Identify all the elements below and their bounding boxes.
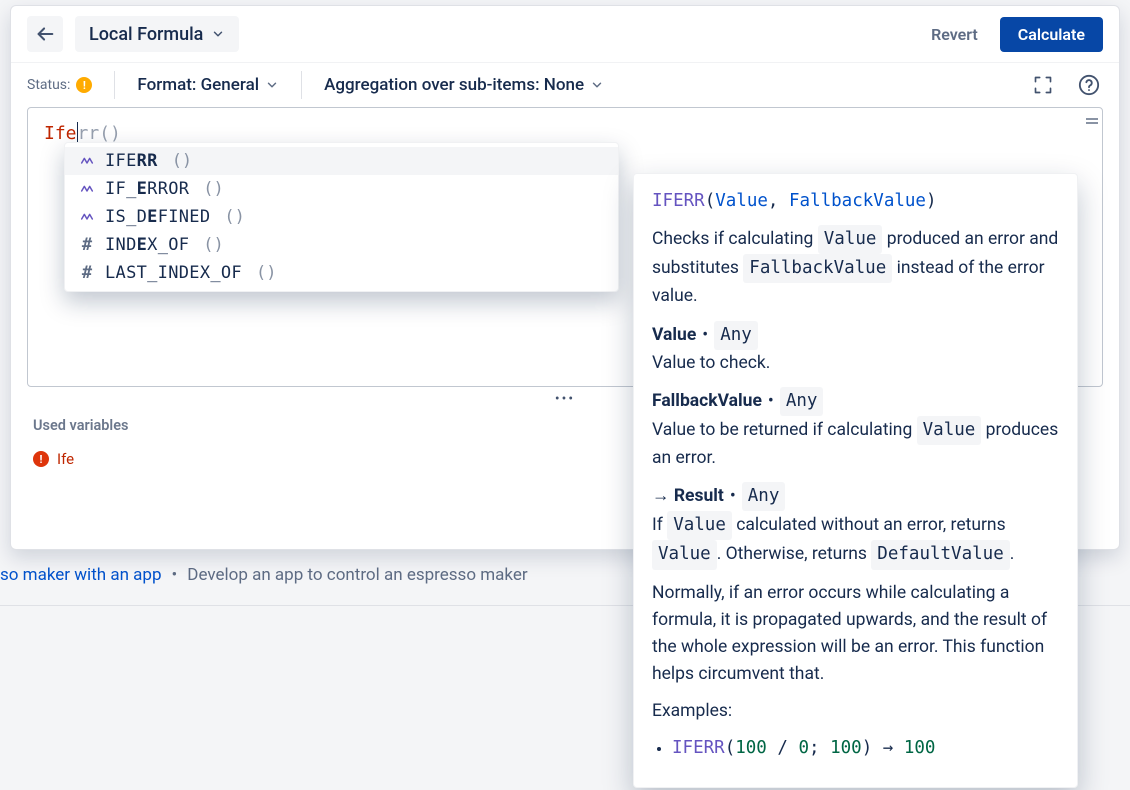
aggregation-label: Aggregation over sub-items: None — [324, 75, 584, 95]
doc-examples-label: Examples: — [652, 698, 1059, 725]
format-dropdown[interactable]: Format: General — [137, 75, 279, 95]
doc-value-header: Value•Any Value to check. — [652, 321, 1059, 377]
autocomplete-item[interactable]: # INDEX_OF () — [65, 231, 618, 259]
editor-typed-text: Ife — [44, 123, 77, 144]
function-icon — [79, 153, 95, 169]
function-doc-panel: IFERR(Value, FallbackValue) Checks if ca… — [633, 173, 1078, 788]
doc-summary: Checks if calculating Value produced an … — [652, 225, 1059, 310]
panel-header: Local Formula Revert Calculate — [11, 6, 1119, 63]
chevron-down-icon — [211, 27, 225, 41]
fullscreen-button[interactable] — [1029, 71, 1057, 99]
status-label: Status: — [27, 77, 70, 93]
aggregation-dropdown[interactable]: Aggregation over sub-items: None — [324, 75, 604, 95]
doc-result-header: → Result•Any If Value calculated without… — [652, 482, 1059, 569]
function-icon — [79, 209, 95, 225]
status-warning-icon: ! — [76, 77, 92, 93]
hash-icon: # — [79, 235, 95, 255]
used-variable-name: Ife — [57, 450, 74, 468]
chevron-down-icon — [265, 78, 279, 92]
doc-signature: IFERR(Value, FallbackValue) — [652, 188, 1059, 215]
format-label: Format: General — [137, 75, 259, 95]
autocomplete-popup: IFERR () IF_ERROR () IS_DE — [64, 142, 619, 292]
formula-title-label: Local Formula — [89, 24, 203, 45]
autocomplete-item[interactable]: IF_ERROR () — [65, 175, 618, 203]
editor-toolbar: Status: ! Format: General Aggregation ov… — [11, 63, 1119, 107]
hash-icon: # — [79, 263, 95, 283]
autocomplete-item[interactable]: IFERR () — [65, 147, 618, 175]
editor-ghost-text: rr() — [78, 123, 121, 144]
autocomplete-item[interactable]: IS_DEFINED () — [65, 203, 618, 231]
calculate-button[interactable]: Calculate — [1000, 17, 1103, 52]
autocomplete-item[interactable]: # LAST_INDEX_OF () — [65, 259, 618, 287]
background-link[interactable]: so maker with an app — [0, 565, 162, 585]
formula-title-dropdown[interactable]: Local Formula — [75, 16, 239, 52]
back-button[interactable] — [27, 16, 63, 52]
function-icon — [79, 181, 95, 197]
doc-fallback-header: FallbackValue•Any Value to be returned i… — [652, 387, 1059, 472]
doc-examples: IFERR(100 / 0; 100) → 100 — [672, 735, 1059, 762]
doc-note: Normally, if an error occurs while calcu… — [652, 580, 1059, 689]
error-icon: ! — [33, 451, 49, 467]
help-icon — [1078, 74, 1100, 96]
help-button[interactable] — [1075, 71, 1103, 99]
chevron-down-icon — [590, 78, 604, 92]
fullscreen-icon — [1033, 75, 1053, 95]
revert-button[interactable]: Revert — [921, 17, 988, 52]
arrow-left-icon — [34, 23, 56, 45]
background-trail: Develop an app to control an espresso ma… — [187, 565, 527, 585]
